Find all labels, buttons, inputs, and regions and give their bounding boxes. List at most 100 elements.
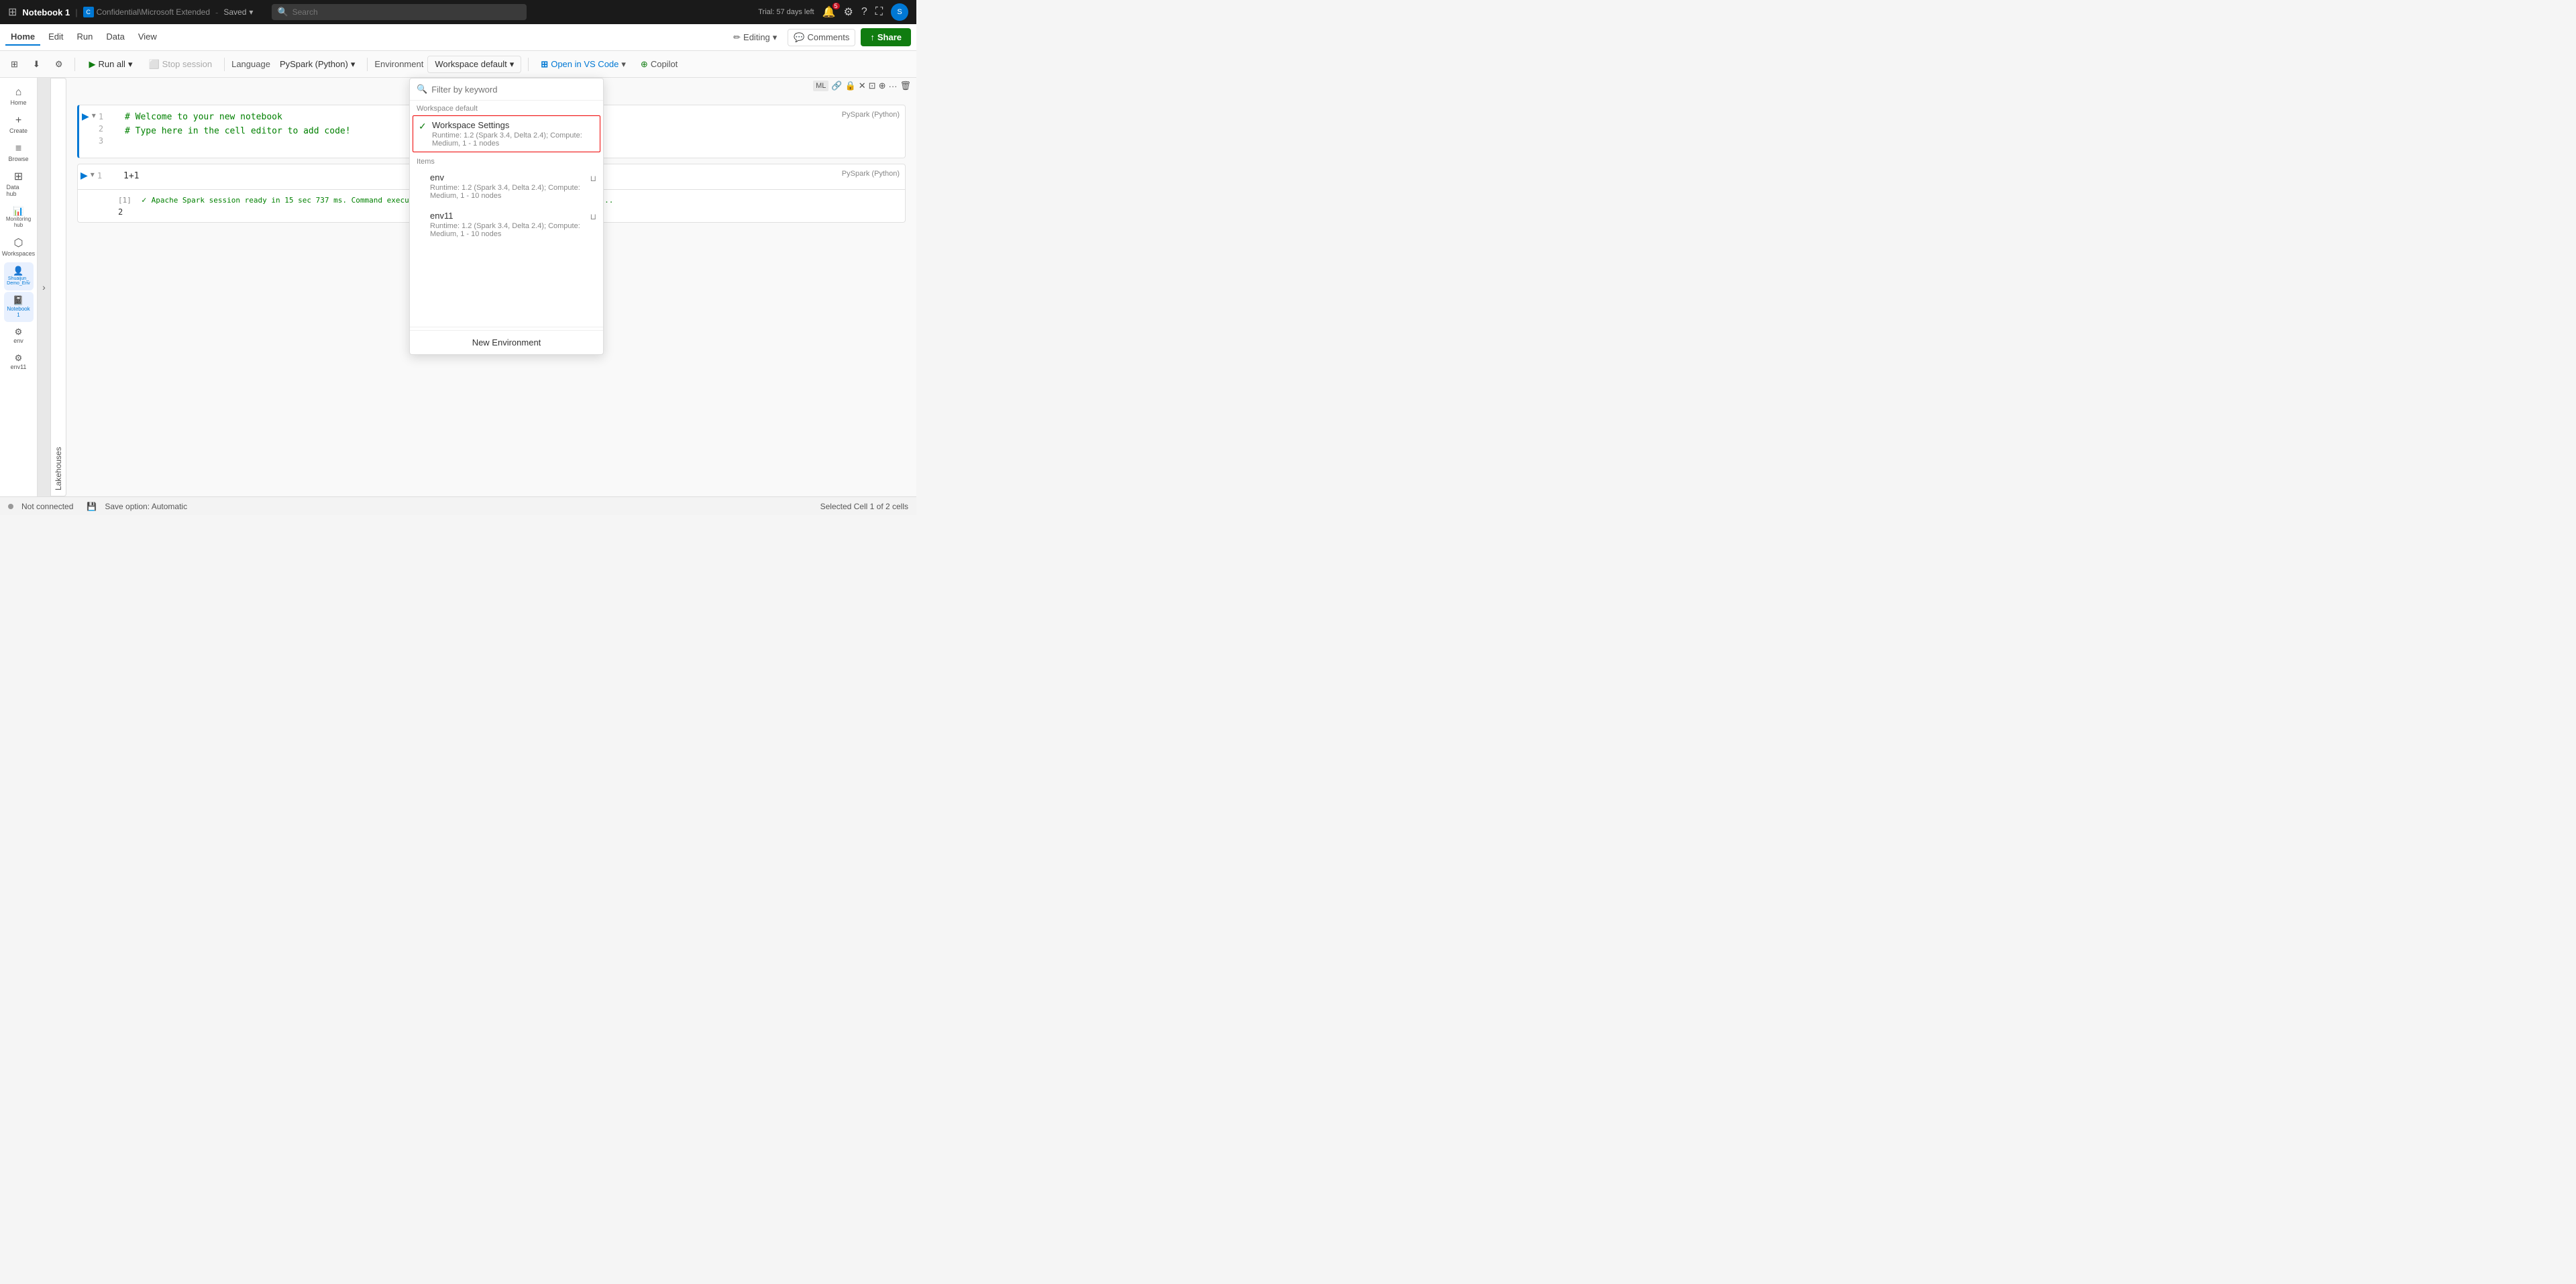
settings-icon[interactable]: ⚙	[844, 5, 853, 19]
status-bar: Not connected 💾 Save option: Automatic S…	[0, 496, 916, 515]
close-icon[interactable]: ✕	[859, 81, 866, 91]
separator	[74, 58, 75, 71]
help-icon[interactable]: ?	[861, 6, 867, 18]
sidebar-label-datahub: Data hub	[7, 184, 31, 197]
sidebar-item-monitoring[interactable]: 📊 Monitoring hub	[4, 203, 34, 233]
separator4	[528, 58, 529, 71]
menu-view[interactable]: View	[133, 29, 162, 46]
ml-label[interactable]: ML	[813, 81, 828, 91]
cell-1-expand-button[interactable]: ▾	[92, 111, 96, 120]
run-all-button[interactable]: ▶ Run all ▾	[82, 56, 139, 72]
notebook-icon: 📓	[13, 296, 23, 305]
dropdown-workspace-settings-item[interactable]: ✓ Workspace Settings Runtime: 1.2 (Spark…	[413, 115, 600, 152]
chevron-down-icon: ▾	[128, 59, 133, 70]
browse-icon: ≡	[15, 144, 21, 154]
action-bar: ⊞ ⬇ ⚙ ▶ Run all ▾ ⬜ Stop session Languag…	[0, 51, 916, 78]
feedback-icon[interactable]: ⛶	[875, 6, 883, 18]
environment-dropdown: 🔍 Workspace default ✓ Workspace Settings…	[409, 78, 604, 355]
cell-2-expand-button[interactable]: ▾	[91, 170, 95, 179]
grid-icon: ⊞	[8, 5, 17, 19]
notification-count: 5	[833, 3, 840, 9]
sidebar-item-create[interactable]: + Create	[4, 111, 34, 138]
env-icon: ⚙	[15, 327, 23, 336]
play-icon: ▶	[89, 59, 95, 70]
dropdown-workspace-section-label: Workspace default	[410, 101, 603, 114]
menu-home[interactable]: Home	[5, 29, 40, 46]
link-icon[interactable]: 🔗	[831, 81, 842, 91]
top-bar: ⊞ Notebook 1 | C Confidential\Microsoft …	[0, 0, 916, 24]
menu-edit[interactable]: Edit	[43, 29, 68, 46]
vscode-icon: ⊞	[541, 59, 548, 70]
copilot-button[interactable]: ⊕ Copilot	[635, 56, 683, 72]
sidebar-item-notebook1[interactable]: 📓 Notebook 1	[4, 292, 34, 322]
cell-2-gutter: ▶ ▾ 1	[78, 164, 118, 189]
sidebar-item-env[interactable]: ⚙ env	[4, 323, 34, 348]
cell-1-gutter: ▶ ▾ 1 2 3	[79, 105, 119, 158]
notification-bell[interactable]: 🔔 5	[822, 5, 836, 19]
output-label: [1]	[118, 196, 131, 205]
search-input[interactable]	[292, 7, 522, 17]
sidebar-item-user[interactable]: 👤 Shuaijun_Demo_Env	[4, 262, 34, 290]
comments-button[interactable]: 💬 Comments	[788, 29, 855, 46]
lakehouses-tab[interactable]: Lakehouses	[51, 78, 66, 496]
sidebar-item-env11[interactable]: ⚙ env11	[4, 350, 34, 374]
chevron-down-icon: ▾	[510, 59, 515, 70]
sidebar-item-datahub[interactable]: ⊞ Data hub	[4, 168, 34, 201]
chevron-down-icon: ▾	[621, 59, 626, 70]
stop-session-button[interactable]: ⬜ Stop session	[143, 56, 217, 72]
user-icon: 👤	[13, 266, 23, 275]
search-icon: 🔍	[277, 7, 288, 17]
top-bar-right: Trial: 57 days left 🔔 5 ⚙ ? ⛶ S	[758, 3, 908, 21]
menu-bar: Home Edit Run Data View ✏ Editing ▾ 💬 Co…	[0, 24, 916, 51]
sidebar-item-browse[interactable]: ≡ Browse	[4, 140, 34, 166]
share-button[interactable]: ↑ Share	[861, 28, 911, 46]
sidebar-item-workspaces[interactable]: ⬡ Workspaces	[4, 234, 34, 261]
breadcrumb: C Confidential\Microsoft Extended	[83, 7, 210, 17]
dropdown-new-env-button[interactable]: New Environment	[410, 330, 603, 354]
search-box[interactable]: 🔍	[272, 4, 527, 20]
dropdown-search-icon: 🔍	[417, 84, 427, 95]
separator: |	[75, 7, 77, 17]
status-bar-right: Selected Cell 1 of 2 cells	[820, 502, 908, 511]
save-icon: 💾	[87, 502, 97, 511]
chevron-down-icon: ▾	[773, 32, 777, 43]
menu-nav: Home Edit Run Data View	[5, 29, 162, 46]
settings-button[interactable]: ⚙	[50, 56, 68, 72]
chevron-down-icon: ▾	[351, 59, 356, 70]
sidebar: ⌂ Home + Create ≡ Browse ⊞ Data hub 📊 Mo…	[0, 78, 38, 496]
open-vs-code-button[interactable]: ⊞ Open in VS Code ▾	[535, 56, 631, 72]
dropdown-env11-name: env11	[430, 211, 586, 221]
collapse-panel-button[interactable]: ›	[38, 78, 51, 496]
menu-data[interactable]: Data	[101, 29, 129, 46]
format-button[interactable]: ⊞	[5, 56, 23, 72]
lock-icon[interactable]: 🔒	[845, 81, 856, 91]
workspace-selector[interactable]: Workspace default ▾	[427, 56, 521, 73]
delete-icon[interactable]: 🗑	[900, 81, 911, 91]
dropdown-search-input[interactable]	[431, 85, 596, 95]
cell-1-run-button[interactable]: ▶	[82, 111, 89, 122]
sidebar-label-create: Create	[9, 127, 28, 134]
dropdown-env-item[interactable]: ✓ env Runtime: 1.2 (Spark 3.4, Delta 2.4…	[410, 167, 603, 205]
chevron-down-icon[interactable]: ▾	[249, 7, 253, 17]
sidebar-label-env: env	[13, 337, 23, 344]
more-icon[interactable]: ···	[888, 81, 897, 91]
add-icon[interactable]: ⊕	[879, 81, 886, 91]
download-button[interactable]: ⬇	[28, 56, 46, 72]
dropdown-env11-external-icon[interactable]: ⊔	[590, 212, 596, 221]
status-dot	[8, 504, 13, 509]
sidebar-label-browse: Browse	[8, 156, 28, 162]
dropdown-workspace-settings-name: Workspace Settings	[432, 120, 594, 130]
workspaces-icon: ⬡	[14, 238, 23, 249]
cell-1-line-numbers: 1 2 3	[99, 111, 103, 147]
dropdown-env11-item[interactable]: ✓ env11 Runtime: 1.2 (Spark 3.4, Delta 2…	[410, 205, 603, 244]
sidebar-item-home[interactable]: ⌂ Home	[4, 83, 34, 110]
avatar[interactable]: S	[891, 3, 908, 21]
dropdown-env-external-icon[interactable]: ⊔	[590, 174, 596, 183]
not-connected-label: Not connected	[21, 502, 73, 511]
menu-run[interactable]: Run	[72, 29, 99, 46]
notebook-title: Notebook 1	[22, 7, 70, 17]
cell-2-run-button[interactable]: ▶	[80, 170, 88, 181]
editing-button[interactable]: ✏ Editing ▾	[728, 30, 782, 46]
language-selector[interactable]: PySpark (Python) ▾	[274, 56, 360, 72]
layout-icon[interactable]: ⊡	[869, 81, 876, 91]
